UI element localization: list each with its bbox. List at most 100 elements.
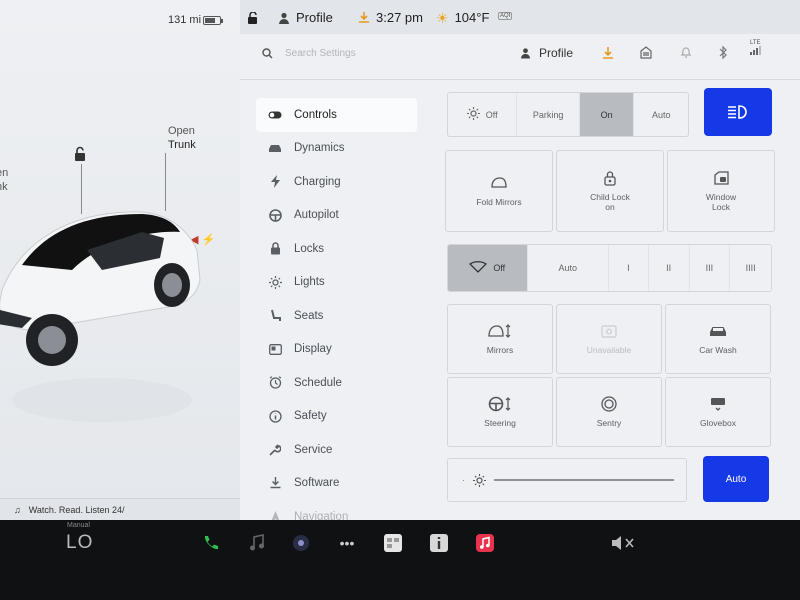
child-lock-icon <box>604 170 616 186</box>
wiper-option-auto[interactable]: Auto <box>528 245 609 291</box>
sidebar-item-safety[interactable]: Safety <box>256 400 417 434</box>
download-icon <box>268 476 282 490</box>
search-icon <box>262 48 273 59</box>
music-note-icon: ♫ <box>14 504 21 515</box>
open-trunk-button[interactable]: Open Trunk <box>168 124 196 152</box>
lights-option-on[interactable]: On <box>579 93 635 136</box>
sentry-button[interactable]: Sentry <box>556 377 662 447</box>
mirrors-adjust-button[interactable]: Mirrors <box>447 304 553 374</box>
sidebar-item-locks[interactable]: Locks <box>256 232 417 266</box>
status-bar: Profile 3:27 pm ☀ 104°F AQI <box>240 0 800 34</box>
unavailable-label: Unavailable <box>586 345 632 355</box>
sidebar-item-schedule[interactable]: Schedule <box>256 366 417 400</box>
apple-music-icon[interactable] <box>474 532 496 554</box>
sidebar-item-software[interactable]: Software <box>256 467 417 501</box>
unlock-icon[interactable] <box>72 146 88 162</box>
search-input[interactable] <box>285 48 445 59</box>
window-lock-button[interactable]: Window Lock <box>667 150 775 232</box>
window-lock-icon <box>713 170 729 186</box>
settings-sidebar: Controls Dynamics Charging Autopilot Loc… <box>240 80 445 523</box>
wiper-option-2[interactable]: II <box>649 245 690 291</box>
lock-icon <box>268 242 282 256</box>
bolt-icon <box>268 175 282 189</box>
download-icon[interactable] <box>602 46 614 60</box>
wiper-option-3[interactable]: III <box>690 245 731 291</box>
sidebar-item-dynamics[interactable]: Dynamics <box>256 132 417 166</box>
sidebar-item-charging[interactable]: Charging <box>256 165 417 199</box>
high-beam-icon <box>728 105 747 119</box>
sidebar-item-lights[interactable]: Lights <box>256 266 417 300</box>
mirrors-label: Mirrors <box>486 345 514 355</box>
lights-option-label: Parking <box>532 109 564 120</box>
display-brightness-slider[interactable]: · <box>447 458 687 502</box>
manual-app-icon[interactable] <box>428 532 450 554</box>
sun-icon <box>472 473 486 487</box>
phone-icon[interactable] <box>200 532 222 554</box>
car-wash-icon <box>709 323 727 339</box>
settings-header: Profile LTE <box>240 34 800 80</box>
car-model-image <box>0 211 201 422</box>
lights-option-label: Off <box>485 109 498 120</box>
steering-label: Steering <box>484 418 516 428</box>
adjustment-tiles: Mirrors Unavailable Car Wash Steering Se… <box>447 304 772 447</box>
wiper-option-1[interactable]: I <box>609 245 649 291</box>
garage-icon[interactable] <box>640 46 652 59</box>
sidebar-item-service[interactable]: Service <box>256 433 417 467</box>
sun-icon <box>268 275 282 289</box>
sentry-label: Sentry <box>596 418 622 428</box>
more-apps-icon[interactable]: ••• <box>336 532 358 554</box>
sidebar-item-label: Charging <box>294 175 341 188</box>
lights-option-off[interactable]: Off <box>448 93 518 136</box>
headlights-selector: Off Parking On Auto <box>447 92 689 137</box>
wiper-option-4[interactable]: IIII <box>730 245 771 291</box>
steering-adjust-button[interactable]: Steering <box>447 377 553 447</box>
open-trunk-label-bottom: Trunk <box>168 139 196 151</box>
sidebar-item-label: Locks <box>294 242 325 255</box>
unavailable-icon <box>601 323 617 339</box>
music-app-icon[interactable] <box>246 532 268 554</box>
car-wash-button[interactable]: Car Wash <box>665 304 771 374</box>
car-visualization-panel: 131 mi en nk Open Trunk ◀ ⚡ ♫ Watch. Rea… <box>0 0 240 520</box>
bluetooth-icon[interactable] <box>718 46 728 59</box>
frunk-label-bottom: nk <box>0 181 8 193</box>
aqi-badge: AQI <box>498 12 513 20</box>
sidebar-item-autopilot[interactable]: Autopilot <box>256 199 417 233</box>
status-weather: ☀ 104°F <box>436 10 489 25</box>
status-clock: 3:27 pm <box>358 10 423 25</box>
lock-icon[interactable] <box>246 12 260 25</box>
brightness-track[interactable] <box>493 479 674 481</box>
lights-option-label: Auto <box>651 109 671 120</box>
wiper-option-off[interactable]: Off <box>448 245 528 291</box>
sidebar-item-display[interactable]: Display <box>256 333 417 367</box>
glovebox-button[interactable]: Glovebox <box>665 377 771 447</box>
clock-icon <box>268 376 282 390</box>
volume-mute-icon[interactable] <box>608 532 638 554</box>
search-bar[interactable] <box>262 48 445 59</box>
brightness-auto-button[interactable]: Auto <box>703 456 769 502</box>
sidebar-item-controls[interactable]: Controls <box>256 98 417 132</box>
climate-temperature[interactable]: LO <box>66 532 93 554</box>
seat-icon <box>268 309 282 323</box>
bell-icon[interactable] <box>680 46 692 59</box>
glovebox-icon <box>710 396 726 412</box>
media-player-bar[interactable]: ♫ Watch. Read. Listen 24/ <box>0 498 240 520</box>
lights-option-parking[interactable]: Parking <box>517 93 580 136</box>
child-lock-button[interactable]: Child Lock on <box>556 150 664 232</box>
calendar-app-icon[interactable] <box>382 532 404 554</box>
camera-app-icon[interactable] <box>290 532 312 554</box>
status-profile-button[interactable]: Profile <box>278 10 333 25</box>
lights-option-auto[interactable]: Auto <box>634 93 688 136</box>
high-beam-button[interactable] <box>704 88 772 136</box>
battery-icon <box>203 16 223 25</box>
sidebar-item-label: Software <box>294 477 340 490</box>
sidebar-item-label: Schedule <box>294 376 342 389</box>
info-icon <box>268 409 282 423</box>
range-readout: 131 mi <box>168 14 202 26</box>
open-frunk-button[interactable]: en nk <box>0 166 8 194</box>
sidebar-item-seats[interactable]: Seats <box>256 299 417 333</box>
header-profile-button[interactable]: Profile <box>520 46 573 60</box>
lte-indicator: LTE <box>750 40 762 55</box>
mirror-adjust-icon <box>488 323 512 339</box>
fold-mirrors-button[interactable]: Fold Mirrors <box>445 150 553 232</box>
wiper-option-label: Off <box>493 263 506 273</box>
